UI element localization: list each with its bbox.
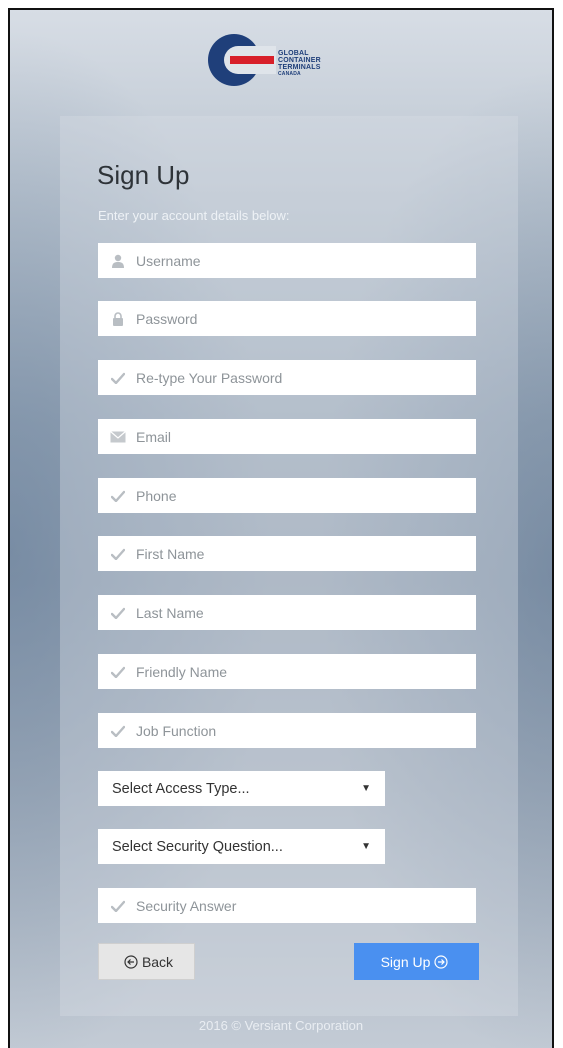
page-frame: GLOBAL CONTAINER TERMINALS CANADA Sign U… [8,8,554,1048]
logo-subline: CANADA [278,71,301,77]
security-question-value: Select Security Question... [112,838,283,855]
email-field[interactable]: Email [98,419,476,454]
check-icon [109,722,127,740]
form-subtitle: Enter your account details below: [98,208,290,223]
user-icon [109,252,127,270]
company-logo: GLOBAL CONTAINER TERMINALS CANADA [200,32,350,88]
retype-password-field[interactable]: Re-type Your Password [98,360,476,395]
last-name-field[interactable]: Last Name [98,595,476,630]
friendly-name-placeholder: Friendly Name [136,663,228,680]
signup-button-label: Sign Up [380,953,431,970]
username-field[interactable]: Username [98,243,476,278]
password-field[interactable]: Password [98,301,476,336]
phone-placeholder: Phone [136,487,177,504]
password-placeholder: Password [136,310,198,327]
page-title: Sign Up [97,160,190,190]
job-function-field[interactable]: Job Function [98,713,476,748]
arrow-circle-left-icon [124,954,138,969]
arrow-circle-right-icon [434,954,449,969]
check-icon [109,663,127,681]
footer-copyright: 2016 © Versiant Corporation [198,1018,364,1033]
access-type-select[interactable]: Select Access Type... ▼ [98,771,385,806]
email-placeholder: Email [136,428,172,445]
signup-button[interactable]: Sign Up [354,943,479,980]
username-placeholder: Username [136,252,201,269]
chevron-down-icon: ▼ [361,841,371,852]
last-name-placeholder: Last Name [136,604,204,621]
logo-line-2: CONTAINER [278,57,321,64]
logo-line-3: TERMINALS [278,64,321,71]
retype-password-placeholder: Re-type Your Password [136,369,283,386]
logo-wordmark: GLOBAL CONTAINER TERMINALS CANADA [278,50,321,77]
check-icon [109,545,127,563]
back-button[interactable]: Back [98,943,195,980]
first-name-placeholder: First Name [136,545,205,562]
friendly-name-field[interactable]: Friendly Name [98,654,476,689]
check-icon [109,369,127,387]
logo-mark-icon [208,34,276,86]
check-icon [109,604,127,622]
job-function-placeholder: Job Function [136,722,217,739]
phone-field[interactable]: Phone [98,478,476,513]
security-answer-placeholder: Security Answer [136,897,237,914]
logo-line-1: GLOBAL [278,50,309,57]
first-name-field[interactable]: First Name [98,536,476,571]
chevron-down-icon: ▼ [361,783,371,794]
security-question-select[interactable]: Select Security Question... ▼ [98,829,385,864]
check-icon [109,897,127,915]
access-type-value: Select Access Type... [112,780,250,797]
signup-panel: Sign Up Enter your account details below… [60,116,518,1016]
envelope-icon [109,428,127,446]
back-button-label: Back [141,953,174,970]
security-answer-field[interactable]: Security Answer [98,888,476,923]
lock-icon [109,310,127,328]
check-icon [109,487,127,505]
